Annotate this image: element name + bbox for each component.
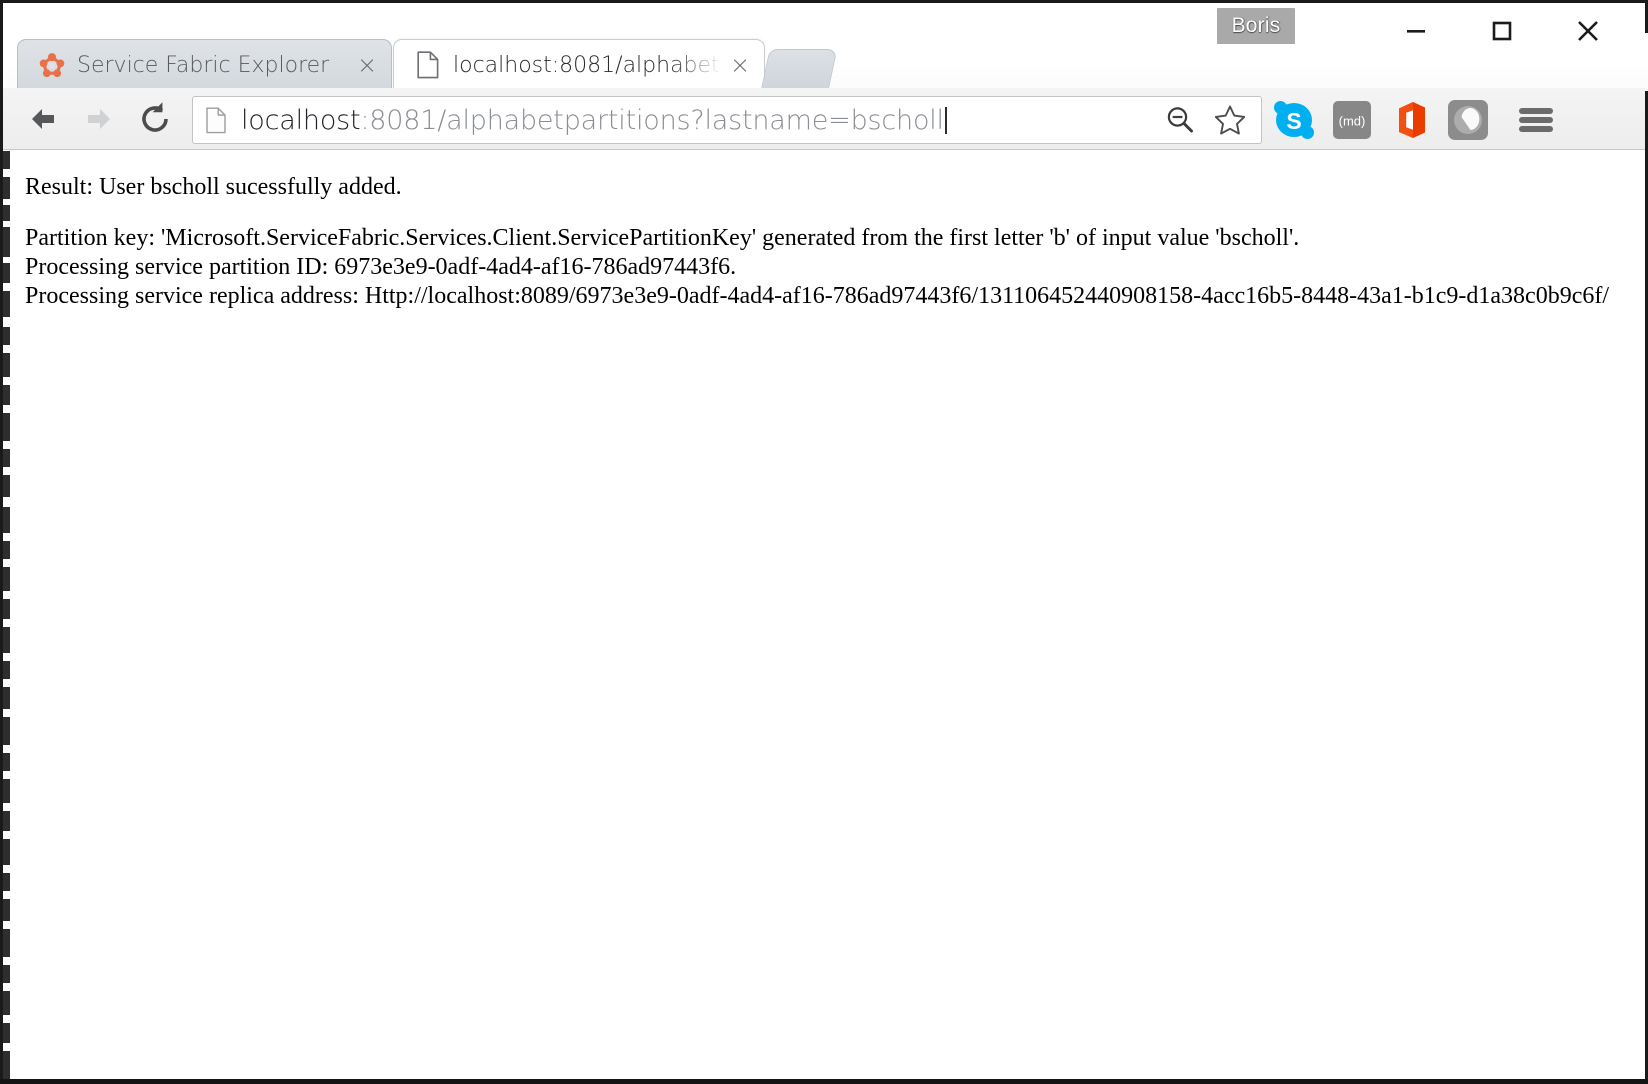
address-bar-url: localhost:8081/alphabetpartitions?lastna… xyxy=(241,105,1157,136)
tab-title: Service Fabric Explorer xyxy=(77,52,330,78)
tab-title: localhost:8081/alphabetpa xyxy=(453,52,725,78)
maximize-icon xyxy=(1492,21,1512,41)
office-icon xyxy=(1399,102,1425,138)
page-viewport: Result: User bscholl sucessfully added. … xyxy=(3,151,1645,1079)
back-button[interactable] xyxy=(15,91,71,147)
window-controls xyxy=(1373,7,1631,55)
text-cursor xyxy=(944,106,947,134)
forward-button[interactable] xyxy=(71,91,127,147)
address-bar[interactable]: localhost:8081/alphabetpartitions?lastna… xyxy=(192,96,1262,144)
minimize-button[interactable] xyxy=(1373,7,1459,55)
title-bar: Boris Service Fabric Explorer × localhos… xyxy=(3,3,1648,91)
partition-key-line: Partition key: 'Microsoft.ServiceFabric.… xyxy=(25,225,1300,251)
tab-close-button[interactable]: × xyxy=(725,50,755,80)
profile-button[interactable]: Boris xyxy=(1217,8,1295,44)
service-fabric-icon xyxy=(39,52,65,78)
back-arrow-icon xyxy=(32,108,54,129)
close-icon xyxy=(1578,21,1598,41)
result-line: Result: User bscholl sucessfully added. xyxy=(25,174,402,200)
markdown-extension[interactable]: (md) xyxy=(1330,98,1374,142)
extension-bar: S (md) xyxy=(1272,92,1490,148)
office-extension[interactable] xyxy=(1388,98,1432,142)
reload-icon xyxy=(142,101,168,132)
star-icon[interactable] xyxy=(1207,98,1253,142)
tab-service-fabric-explorer[interactable]: Service Fabric Explorer × xyxy=(17,39,392,91)
forward-arrow-icon xyxy=(88,108,110,129)
reload-button[interactable] xyxy=(127,91,183,147)
replica-address-line: Processing service replica address: Http… xyxy=(25,283,1610,309)
page-icon xyxy=(203,105,229,135)
profile-name: Boris xyxy=(1231,14,1281,37)
page-icon xyxy=(415,51,441,79)
hamburger-icon xyxy=(1519,105,1553,135)
window-frame-bottom xyxy=(0,1079,1648,1084)
svg-text:S: S xyxy=(1286,108,1301,134)
chrome-menu-button[interactable] xyxy=(1512,96,1560,144)
zoom-out-icon[interactable] xyxy=(1157,98,1203,142)
address-bar-host: localhost xyxy=(241,104,361,136)
grey-circle-icon xyxy=(1448,100,1488,140)
grey-circle-extension[interactable] xyxy=(1446,98,1490,142)
minimize-icon xyxy=(1407,30,1425,33)
browser-window: Boris Service Fabric Explorer × localhos… xyxy=(0,0,1648,1084)
skype-icon: S xyxy=(1274,101,1314,139)
markdown-label: (md) xyxy=(1339,114,1366,129)
new-tab-button[interactable] xyxy=(760,49,838,91)
maximize-button[interactable] xyxy=(1459,7,1545,55)
partition-id-line: Processing service partition ID: 6973e3e… xyxy=(25,254,737,280)
close-button[interactable] xyxy=(1545,7,1631,55)
skype-extension[interactable]: S xyxy=(1272,98,1316,142)
address-bar-actions xyxy=(1157,98,1253,142)
markdown-icon: (md) xyxy=(1333,101,1371,139)
tab-close-button[interactable]: × xyxy=(352,50,382,80)
page-content: Result: User bscholl sucessfully added. … xyxy=(25,173,1645,311)
address-bar-path: :8081/alphabetpartitions?lastname=bschol… xyxy=(360,104,944,136)
tab-localhost-alphabetpartitions[interactable]: localhost:8081/alphabetpa × xyxy=(393,39,765,91)
window-edge-artifact xyxy=(3,151,10,1079)
